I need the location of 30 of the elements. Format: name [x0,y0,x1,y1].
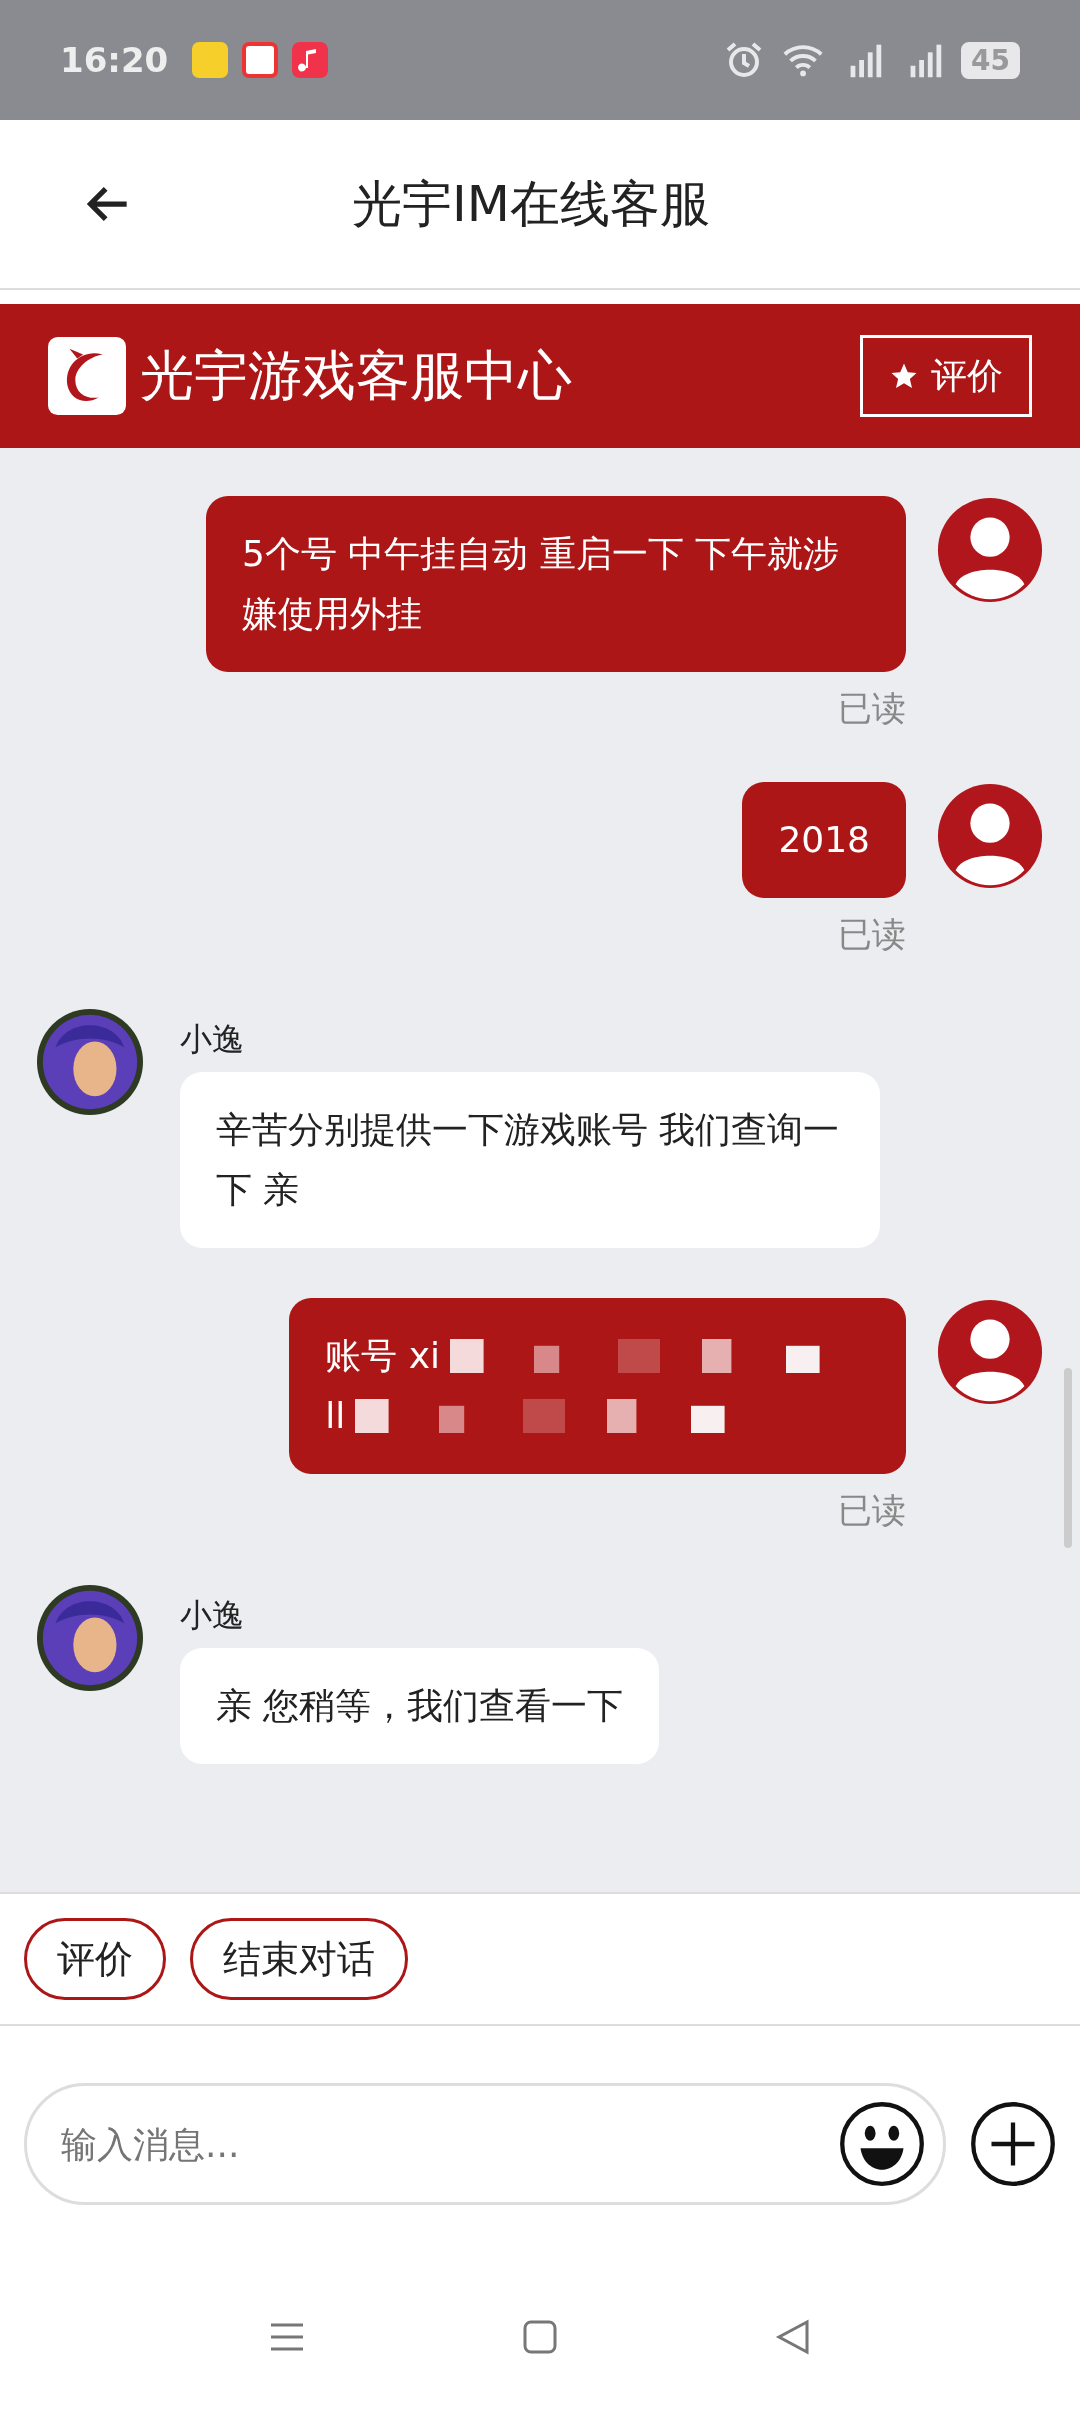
banner-title: 光宇游戏客服中心 [140,342,573,409]
agent-avatar-icon [36,1584,144,1692]
quick-action-button[interactable]: 结束对话 [190,1918,408,2000]
clock-time: 16:20 [60,40,169,80]
message-bubble: 辛苦分别提供一下游戏账号 我们查询一下 亲 [180,1072,880,1248]
add-icon[interactable] [970,2101,1056,2187]
battery-level: 45 [961,41,1020,79]
user-avatar-icon [936,782,1044,890]
message-input[interactable]: 输入消息... [59,2122,839,2166]
user-avatar-icon [936,1298,1044,1406]
sender-name: 小逸 [180,1019,244,1060]
app-notification-icon [242,42,279,78]
quick-action-button[interactable]: 评价 [24,1918,166,2000]
message-bubble: 2018 [742,782,906,898]
message-bubble: 5个号 中午挂自动 重启一下 下午就涉嫌使用外挂 [206,496,906,672]
read-receipt: 已读 [838,913,906,956]
agent-avatar-icon [36,1008,144,1116]
message-bubble: 账号 xi ll [289,1298,906,1474]
message-bubble: 亲 您稍等，我们查看一下 [180,1648,660,1764]
read-receipt: 已读 [838,687,906,730]
message-field[interactable]: 输入消息... [24,2083,946,2205]
app-notification-icon [192,42,229,78]
music-note-icon [292,42,329,78]
page-title: 光宇IM在线客服 [352,173,710,235]
logo-icon [48,337,126,415]
rate-button[interactable]: 评价 [860,335,1032,417]
user-avatar-icon [936,496,1044,604]
read-receipt: 已读 [838,1489,906,1532]
sender-name: 小逸 [180,1595,244,1636]
emoji-icon[interactable] [839,2101,925,2187]
